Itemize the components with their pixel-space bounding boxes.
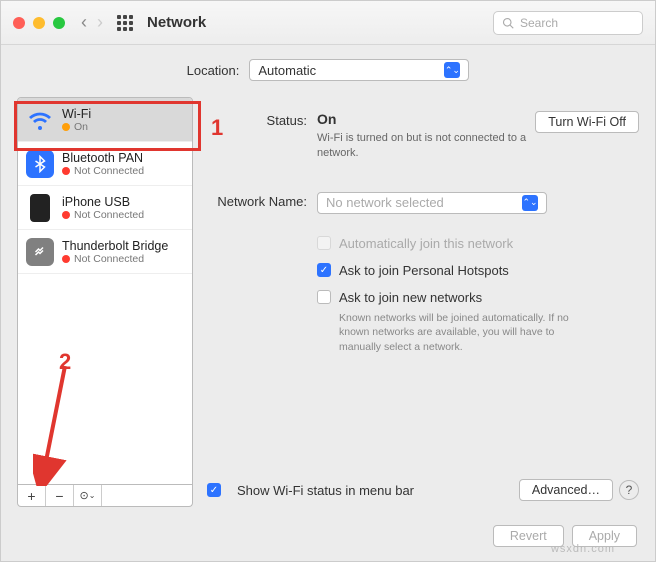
- detail-pane: Status: On Wi-Fi is turned on but is not…: [207, 97, 639, 507]
- thunderbolt-icon: [26, 238, 54, 266]
- network-name-label: Network Name:: [207, 192, 317, 209]
- service-text: Bluetooth PAN Not Connected: [62, 151, 184, 177]
- chevron-updown-icon: ⌃⌄: [522, 195, 538, 211]
- detail-footer: ✓ Show Wi-Fi status in menu bar Advanced…: [207, 479, 639, 507]
- turn-wifi-off-button[interactable]: Turn Wi-Fi Off: [535, 111, 639, 133]
- status-description: Wi-Fi is turned on but is not connected …: [317, 131, 535, 162]
- status-value-group: On Wi-Fi is turned on but is not connect…: [317, 111, 639, 162]
- traffic-lights: [13, 17, 65, 29]
- sidebar-item-thunderbolt[interactable]: Thunderbolt Bridge Not Connected: [18, 230, 192, 274]
- wifi-icon: [26, 106, 54, 134]
- sidebar-item-bluetooth[interactable]: Bluetooth PAN Not Connected: [18, 142, 192, 186]
- close-icon[interactable]: [13, 17, 25, 29]
- nav-buttons: ‹ ›: [81, 12, 103, 33]
- status-label: Status:: [207, 111, 317, 128]
- titlebar: ‹ › Network Search: [1, 1, 655, 45]
- location-select[interactable]: Automatic ⌃⌄: [249, 59, 469, 81]
- status-dot-icon: [62, 211, 70, 219]
- location-row: Location: Automatic ⌃⌄: [1, 45, 655, 97]
- remove-button[interactable]: −: [46, 485, 74, 506]
- status-dot-icon: [62, 167, 70, 175]
- search-icon: [502, 17, 514, 29]
- bluetooth-icon: [26, 150, 54, 178]
- new-networks-checkbox[interactable]: Ask to join new networks: [317, 290, 639, 305]
- search-placeholder: Search: [520, 16, 558, 30]
- checkboxes: Automatically join this network ✓ Ask to…: [317, 224, 639, 355]
- search-input[interactable]: Search: [493, 11, 643, 35]
- service-status: Not Connected: [62, 209, 184, 221]
- service-text: Wi-Fi On: [62, 107, 184, 133]
- sidebar: Wi-Fi On Bluetooth PAN Not Connected: [17, 97, 193, 507]
- main-content: Wi-Fi On Bluetooth PAN Not Connected: [1, 97, 655, 517]
- service-name: Bluetooth PAN: [62, 151, 184, 165]
- window-title: Network: [147, 14, 206, 31]
- forward-button[interactable]: ›: [97, 12, 103, 33]
- checkbox-checked-icon[interactable]: ✓: [207, 483, 221, 497]
- location-label: Location:: [187, 63, 240, 78]
- sidebar-toolbar: + − ⊙⌄: [17, 485, 193, 507]
- auto-join-checkbox: Automatically join this network: [317, 236, 639, 251]
- network-name-row: Network Name: No network selected ⌃⌄: [207, 192, 639, 214]
- service-status: Not Connected: [62, 253, 184, 265]
- more-button[interactable]: ⊙⌄: [74, 485, 102, 506]
- iphone-icon: [26, 194, 54, 222]
- network-value: No network selected: [326, 195, 444, 210]
- status-value: On: [317, 111, 535, 127]
- footer: Revert Apply: [1, 517, 655, 559]
- status-dot-icon: [62, 255, 70, 263]
- service-status: On: [62, 121, 184, 133]
- checkbox-checked-icon: ✓: [317, 263, 331, 277]
- service-text: Thunderbolt Bridge Not Connected: [62, 239, 184, 265]
- help-button[interactable]: ?: [619, 480, 639, 500]
- service-name: Thunderbolt Bridge: [62, 239, 184, 253]
- chevron-updown-icon: ⌃⌄: [444, 62, 460, 78]
- service-list: Wi-Fi On Bluetooth PAN Not Connected: [17, 97, 193, 485]
- minimize-icon[interactable]: [33, 17, 45, 29]
- hotspots-checkbox[interactable]: ✓ Ask to join Personal Hotspots: [317, 263, 639, 278]
- advanced-button[interactable]: Advanced…: [519, 479, 613, 501]
- zoom-icon[interactable]: [53, 17, 65, 29]
- new-networks-description: Known networks will be joined automatica…: [339, 311, 599, 355]
- add-button[interactable]: +: [18, 485, 46, 506]
- service-status: Not Connected: [62, 165, 184, 177]
- show-menubar-label: Show Wi-Fi status in menu bar: [237, 483, 414, 498]
- service-name: Wi-Fi: [62, 107, 184, 121]
- status-row: Status: On Wi-Fi is turned on but is not…: [207, 111, 639, 162]
- apply-button[interactable]: Apply: [572, 525, 637, 547]
- service-text: iPhone USB Not Connected: [62, 195, 184, 221]
- sidebar-item-iphone-usb[interactable]: iPhone USB Not Connected: [18, 186, 192, 230]
- sidebar-item-wifi[interactable]: Wi-Fi On: [18, 98, 192, 142]
- checkbox-icon: [317, 236, 331, 250]
- status-dot-icon: [62, 123, 70, 131]
- checkbox-icon: [317, 290, 331, 304]
- annotation-2: 2: [59, 349, 71, 375]
- revert-button[interactable]: Revert: [493, 525, 564, 547]
- network-select[interactable]: No network selected ⌃⌄: [317, 192, 547, 214]
- service-name: iPhone USB: [62, 195, 184, 209]
- annotation-1: 1: [211, 115, 223, 141]
- network-prefs-window: ‹ › Network Search Location: Automatic ⌃…: [0, 0, 656, 562]
- back-button[interactable]: ‹: [81, 12, 87, 33]
- grid-icon[interactable]: [117, 15, 133, 31]
- location-value: Automatic: [258, 63, 316, 78]
